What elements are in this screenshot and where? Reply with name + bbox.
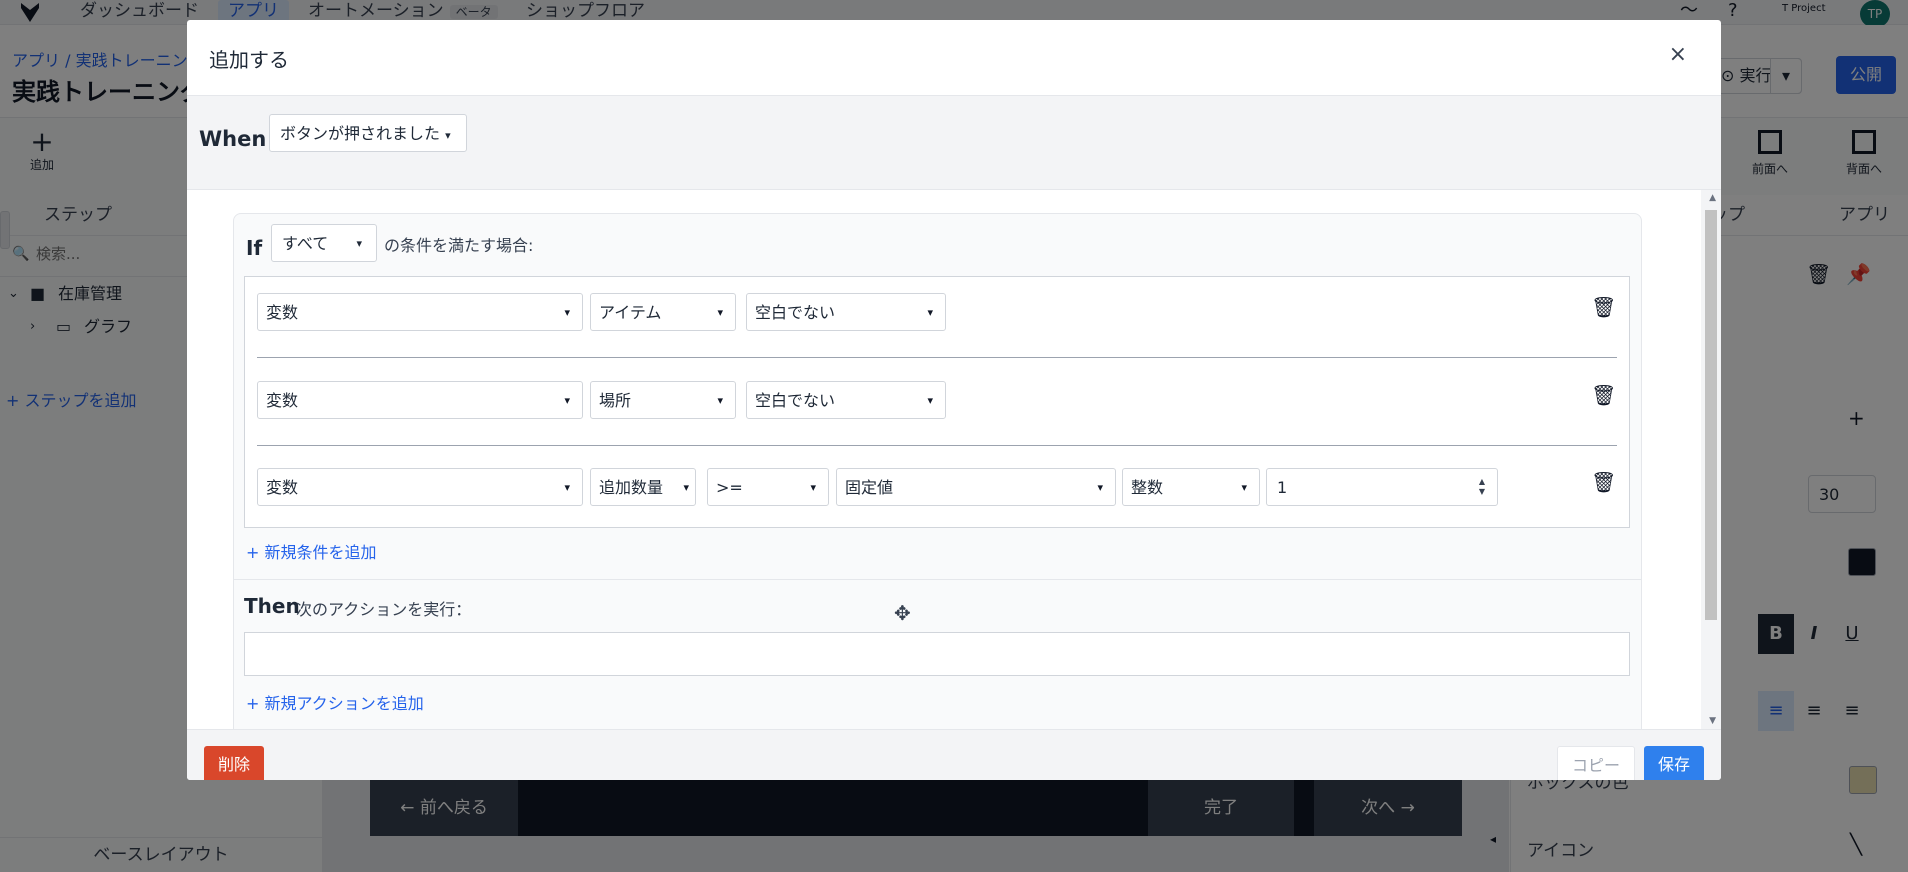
caret-down-icon: ▾ [927,394,933,407]
caret-down-icon: ▾ [927,306,933,319]
delete-condition-icon[interactable]: 🗑 [1591,295,1616,319]
condition-source-select[interactable]: 変数 ▾ [257,381,583,419]
caret-down-icon: ▾ [564,306,570,319]
condition-divider [257,357,1617,358]
add-action-link[interactable]: + 新規アクションを追加 [246,690,424,714]
condition-source-value: 変数 [266,478,299,497]
rule-card: If すべて ▾ の条件を満たす場合: 変数 ▾ アイテム ▾ 空白でない ▾ 🗑 変… [233,213,1642,729]
stepper-icon[interactable]: ▲ ▼ [1475,477,1489,497]
condition-field-value: 追加数量 [599,478,664,497]
if-match-select[interactable]: すべて ▾ [271,224,377,262]
condition-field-select[interactable]: アイテム ▾ [590,293,736,331]
caret-down-icon: ▾ [564,481,570,494]
condition-operator-select[interactable]: >= ▾ [707,468,829,506]
copy-button[interactable]: コピー [1557,746,1635,780]
condition-divider [257,445,1617,446]
if-label: If [246,236,263,260]
condition-row: 変数 ▾ 追加数量 ▾ >= ▾ 固定値 ▾ 整数 ▾ 1 ▲ ▼ 🗑 [245,452,1629,540]
condition-field-select[interactable]: 場所 ▾ [590,381,736,419]
then-divider [234,579,1641,580]
trigger-modal: 追加する × When ボタンが押されました ▾ If すべて ▾ の条件を満た… [187,20,1721,780]
condition-data-type-select[interactable]: 整数 ▾ [1122,468,1260,506]
add-condition-link[interactable]: + 新規条件を追加 [246,539,377,563]
modal-header: 追加する × [187,20,1721,96]
condition-operator-value: 空白でない [755,303,836,322]
caret-down-icon: ▾ [445,129,451,142]
modal-title: 追加する [209,48,289,72]
move-cursor-icon: ✥ [894,601,911,625]
condition-value-type: 固定値 [845,478,894,497]
condition-value-input[interactable]: 1 ▲ ▼ [1266,468,1498,506]
then-label: Then [244,594,300,618]
caret-down-icon: ▾ [564,394,570,407]
condition-row: 変数 ▾ アイテム ▾ 空白でない ▾ 🗑 [245,277,1629,365]
add-condition-label: 新規条件を追加 [264,543,377,562]
condition-source-select[interactable]: 変数 ▾ [257,468,583,506]
caret-down-icon: ▾ [356,237,362,250]
caret-down-icon: ▾ [1241,481,1247,494]
condition-data-type: 整数 [1131,478,1164,497]
condition-source-value: 変数 [266,303,299,322]
then-text: 次のアクションを実行： [296,600,472,619]
condition-field-value: アイテム [599,303,662,322]
when-trigger-select[interactable]: ボタンが押されました ▾ [269,114,467,152]
modal-body: If すべて ▾ の条件を満たす場合: 変数 ▾ アイテム ▾ 空白でない ▾ 🗑 変… [187,190,1721,729]
delete-condition-icon[interactable]: 🗑 [1591,383,1616,407]
caret-down-icon: ▾ [717,394,723,407]
close-icon[interactable]: × [1669,42,1687,67]
when-section: When ボタンが押されました ▾ [187,96,1721,190]
delete-button[interactable]: 削除 [204,746,264,780]
conditions-list: 変数 ▾ アイテム ▾ 空白でない ▾ 🗑 変数 ▾ 場所 ▾ 空白でない ▾ 🗑 変数 ▾ [244,276,1630,528]
condition-operator-select[interactable]: 空白でない ▾ [746,293,946,331]
condition-source-value: 変数 [266,391,299,410]
caret-down-icon: ▾ [1097,481,1103,494]
save-button[interactable]: 保存 [1644,746,1704,780]
when-label: When [199,127,267,151]
scroll-thumb[interactable] [1705,210,1717,620]
actions-list[interactable] [244,632,1630,676]
when-trigger-value: ボタンが押されました [280,124,441,143]
condition-operator-select[interactable]: 空白でない ▾ [746,381,946,419]
condition-value-type-select[interactable]: 固定値 ▾ [836,468,1116,506]
caret-down-icon: ▾ [717,306,723,319]
caret-down-icon: ▾ [810,481,816,494]
condition-field-select[interactable]: 追加数量 ▾ [590,468,696,506]
scroll-up-icon[interactable]: ▲ [1709,193,1716,203]
condition-value: 1 [1277,478,1288,497]
delete-condition-icon[interactable]: 🗑 [1591,470,1616,494]
condition-source-select[interactable]: 変数 ▾ [257,293,583,331]
add-action-label: 新規アクションを追加 [264,694,424,713]
condition-field-value: 場所 [599,391,632,410]
if-match-value: すべて [282,234,329,253]
caret-down-icon: ▾ [683,481,689,494]
modal-footer: 削除 コピー 保存 [187,729,1721,780]
condition-operator-value: >= [716,478,743,497]
condition-row: 変数 ▾ 場所 ▾ 空白でない ▾ 🗑 [245,365,1629,453]
if-suffix: の条件を満たす場合: [384,236,534,255]
modal-scrollbar[interactable]: ▲ ▼ [1701,190,1721,729]
condition-operator-value: 空白でない [755,391,836,410]
scroll-down-icon[interactable]: ▼ [1709,716,1716,726]
